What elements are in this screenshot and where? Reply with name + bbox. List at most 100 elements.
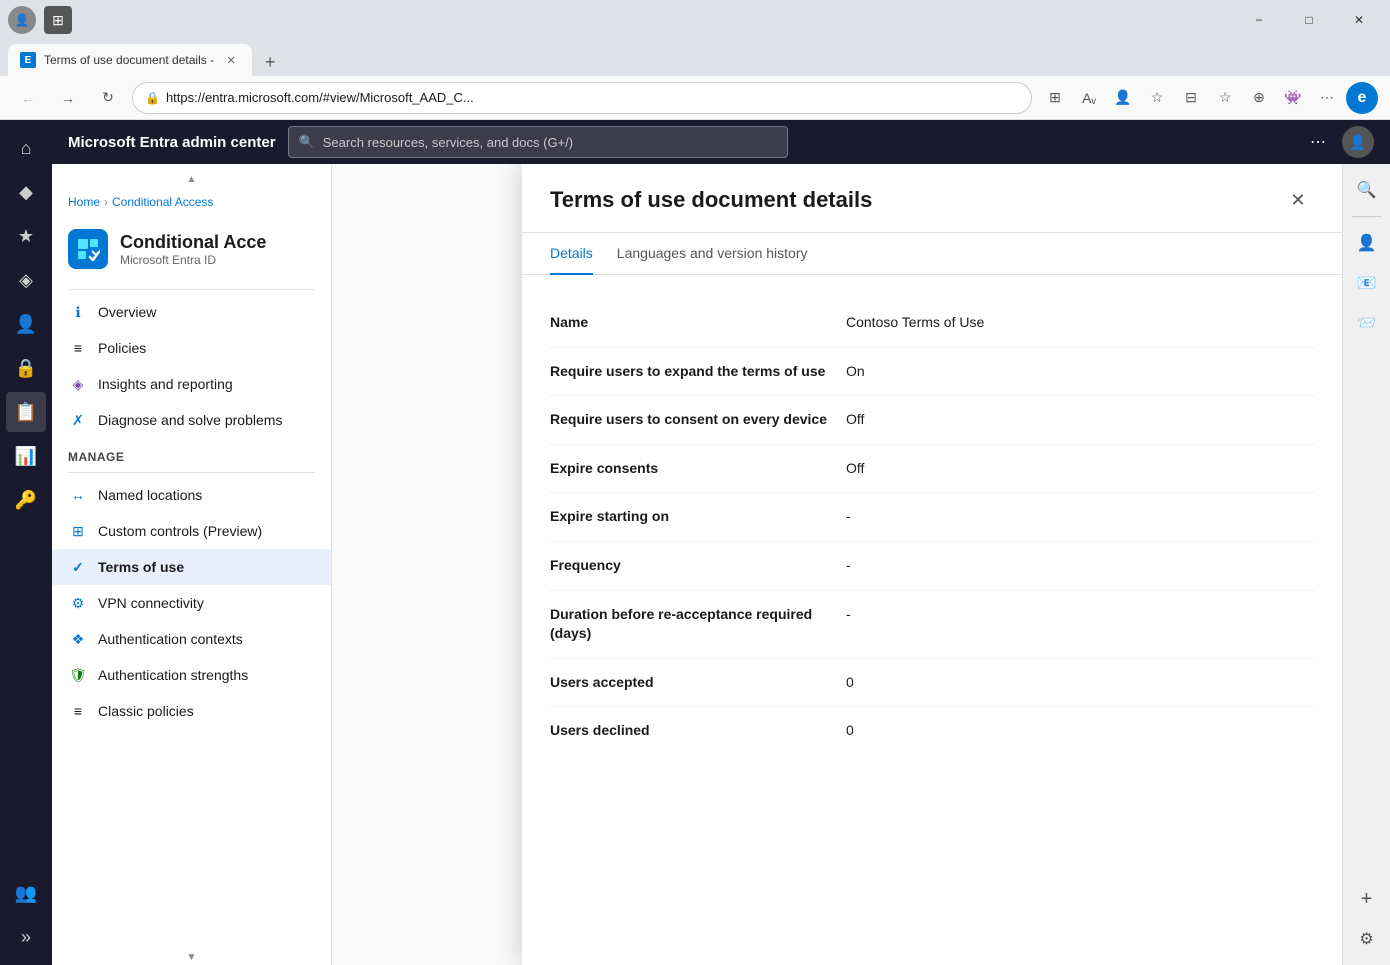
refresh-button[interactable]: ↻	[92, 82, 124, 114]
active-tab[interactable]: E Terms of use document details - ✕	[8, 44, 252, 76]
detail-value-expand: On	[846, 362, 1314, 382]
read-aloud-button[interactable]: Aᵥ	[1074, 83, 1104, 113]
nav-item-auth-contexts[interactable]: ❖ Authentication contexts	[52, 621, 331, 657]
panel-close-button[interactable]: ✕	[1282, 184, 1314, 216]
breadcrumb-conditional-access[interactable]: Conditional Access	[112, 195, 213, 209]
right-sidebar-search[interactable]: 🔍	[1349, 172, 1385, 208]
custom-controls-icon: ⊞	[68, 521, 88, 541]
detail-value-every-device: Off	[846, 410, 1314, 430]
lock-icon: 🔒	[145, 91, 160, 105]
detail-label-every-device: Require users to consent on every device	[550, 410, 830, 430]
browser-address-bar-user[interactable]: 👤	[1108, 83, 1138, 113]
tab-languages[interactable]: Languages and version history	[617, 233, 808, 275]
nav-subtitle: Microsoft Entra ID	[120, 253, 266, 267]
maximize-button[interactable]: □	[1286, 5, 1332, 35]
icon-strip-protection[interactable]: ◈	[6, 260, 46, 300]
content-area: ▲ Home › Conditional Access	[52, 164, 1390, 965]
split-screen-button[interactable]: ⊟	[1176, 83, 1206, 113]
icon-strip-identity[interactable]: ◆	[6, 172, 46, 212]
nav-item-auth-strengths[interactable]: 🛡 Authentication strengths	[52, 657, 331, 693]
favorites-button[interactable]: ☆	[1142, 83, 1172, 113]
icon-strip-favorites[interactable]: ★	[6, 216, 46, 256]
nav-item-terms-of-use[interactable]: ✓ Terms of use	[52, 549, 331, 585]
app-layout: ⌂ ◆ ★ ◈ 👤 🔒 📋 📊 🔑 👥 » Microsoft Entra ad…	[0, 120, 1390, 965]
detail-label-name: Name	[550, 313, 830, 333]
detail-row-users-accepted: Users accepted 0	[550, 659, 1314, 708]
more-button[interactable]: ⋯	[1312, 83, 1342, 113]
nav-item-policies[interactable]: ≡ Policies	[52, 330, 331, 366]
detail-label-expire-consents: Expire consents	[550, 459, 830, 479]
side-panel: Terms of use document details ✕ Details …	[522, 164, 1342, 965]
detail-row-users-declined: Users declined 0	[550, 707, 1314, 755]
nav-item-custom-controls[interactable]: ⊞ Custom controls (Preview)	[52, 513, 331, 549]
detail-label-expire-starting: Expire starting on	[550, 507, 830, 527]
detail-row-expand: Require users to expand the terms of use…	[550, 348, 1314, 397]
classic-policies-icon: ≡	[68, 701, 88, 721]
header-user-avatar[interactable]: 👤	[1342, 126, 1374, 158]
extensions2-button[interactable]: 👾	[1278, 83, 1308, 113]
nav-item-named-locations[interactable]: ↔ Named locations	[52, 477, 331, 513]
new-tab-button[interactable]: +	[256, 48, 284, 76]
nav-item-overview-label: Overview	[98, 304, 156, 320]
search-placeholder: Search resources, services, and docs (G+…	[323, 135, 573, 150]
tab-groups-button[interactable]: ⊞	[1040, 83, 1070, 113]
manage-section-header: Manage	[52, 438, 331, 468]
tab-close-button[interactable]: ✕	[222, 51, 240, 69]
address-bar[interactable]: 🔒 https://entra.microsoft.com/#view/Micr…	[132, 82, 1032, 114]
header-more-button[interactable]: ⋯	[1302, 126, 1334, 158]
nav-item-policies-label: Policies	[98, 340, 146, 356]
nav-item-classic-policies-label: Classic policies	[98, 703, 194, 719]
vpn-icon: ⚙	[68, 593, 88, 613]
back-button[interactable]: ←	[12, 82, 44, 114]
close-button[interactable]: ✕	[1336, 5, 1382, 35]
extensions-button[interactable]: ⊕	[1244, 83, 1274, 113]
forward-button[interactable]: →	[52, 82, 84, 114]
nav-item-custom-controls-label: Custom controls (Preview)	[98, 523, 262, 539]
scroll-down-indicator[interactable]: ▼	[52, 950, 331, 965]
icon-strip-users[interactable]: 👤	[6, 304, 46, 344]
detail-value-expire-starting: -	[846, 507, 1314, 527]
right-sidebar-add[interactable]: +	[1349, 881, 1385, 917]
search-icon: 🔍	[299, 134, 315, 150]
icon-strip-keys[interactable]: 🔑	[6, 480, 46, 520]
tab-favicon: E	[20, 52, 36, 68]
nav-item-vpn[interactable]: ⚙ VPN connectivity	[52, 585, 331, 621]
right-sidebar-ext1[interactable]: 👤	[1349, 225, 1385, 261]
breadcrumb-home[interactable]: Home	[68, 195, 100, 209]
right-sidebar-outlook[interactable]: 📧	[1349, 265, 1385, 301]
nav-bar: ← → ↻ 🔒 https://entra.microsoft.com/#vie…	[0, 76, 1390, 120]
scroll-up-indicator[interactable]: ▲	[52, 172, 331, 187]
nav-item-named-locations-label: Named locations	[98, 487, 202, 503]
icon-strip-expand[interactable]: »	[6, 917, 46, 957]
panel-header: Terms of use document details ✕	[522, 164, 1342, 233]
right-sidebar: 🔍 👤 📧 📨 + ⚙	[1342, 164, 1390, 965]
icon-strip-home[interactable]: ⌂	[6, 128, 46, 168]
icon-strip-compliance[interactable]: 📋	[6, 392, 46, 432]
collections-button[interactable]: ☆	[1210, 83, 1240, 113]
detail-value-frequency: -	[846, 556, 1314, 576]
left-nav: ▲ Home › Conditional Access	[52, 164, 332, 965]
header-search[interactable]: 🔍 Search resources, services, and docs (…	[288, 126, 788, 158]
right-sidebar-ext3[interactable]: 📨	[1349, 305, 1385, 341]
tab-bar: E Terms of use document details - ✕ +	[0, 40, 1390, 76]
nav-item-insights[interactable]: ◈ Insights and reporting	[52, 366, 331, 402]
url-text: https://entra.microsoft.com/#view/Micros…	[166, 90, 1019, 105]
detail-label-users-declined: Users declined	[550, 721, 830, 741]
nav-divider-top	[68, 289, 315, 290]
tab-details[interactable]: Details	[550, 233, 593, 275]
panel-content: Name Contoso Terms of Use Require users …	[522, 275, 1342, 965]
minimize-button[interactable]: −	[1236, 5, 1282, 35]
nav-item-classic-policies[interactable]: ≡ Classic policies	[52, 693, 331, 729]
icon-strip-monitor[interactable]: 📊	[6, 436, 46, 476]
detail-label-duration: Duration before re-acceptance required (…	[550, 605, 830, 644]
breadcrumb-separator: ›	[104, 195, 108, 209]
icon-strip-user-mgmt[interactable]: 👥	[6, 873, 46, 913]
detail-value-expire-consents: Off	[846, 459, 1314, 479]
icon-strip-security[interactable]: 🔒	[6, 348, 46, 388]
policies-icon: ≡	[68, 338, 88, 358]
nav-item-overview[interactable]: ℹ Overview	[52, 294, 331, 330]
profile-avatar[interactable]: 👤	[8, 6, 36, 34]
detail-value-duration: -	[846, 605, 1314, 625]
nav-item-diagnose[interactable]: ✗ Diagnose and solve problems	[52, 402, 331, 438]
right-sidebar-settings[interactable]: ⚙	[1349, 921, 1385, 957]
